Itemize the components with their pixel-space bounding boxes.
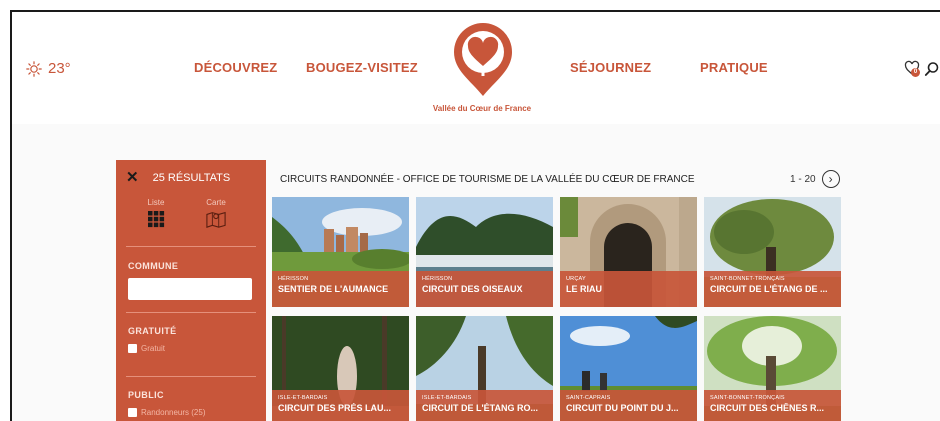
map-icon bbox=[206, 211, 226, 228]
card-caption: SAINT-BONNET-TRONÇAIS CIRCUIT DE L'ÉTANG… bbox=[704, 271, 841, 307]
randonneurs-label: Randonneurs (25) bbox=[141, 408, 206, 417]
search-icon[interactable] bbox=[924, 61, 940, 77]
favorites-count-badge: 0 bbox=[911, 68, 920, 77]
filter-public-title: PUBLIC bbox=[128, 390, 164, 400]
grid-icon bbox=[148, 211, 165, 228]
result-card[interactable]: SAINT-BONNET-TRONÇAIS CIRCUIT DES CHÊNES… bbox=[704, 316, 841, 421]
results-count: 25 RÉSULTATS bbox=[152, 171, 231, 184]
results-title: CIRCUITS RANDONNÉE - OFFICE DE TOURISME … bbox=[280, 174, 695, 185]
view-map-button[interactable]: Carte bbox=[206, 198, 226, 229]
card-title: CIRCUIT DU POINT DU J... bbox=[566, 403, 679, 413]
result-card[interactable]: URÇAY LE RIAU bbox=[560, 197, 697, 307]
sun-icon bbox=[26, 60, 42, 77]
card-caption: ISLE-ET-BARDAIS CIRCUIT DE L'ÉTANG RO... bbox=[416, 390, 553, 421]
nav-decouvrez[interactable]: DÉCOUVREZ bbox=[194, 60, 277, 75]
divider bbox=[126, 246, 256, 247]
card-caption: URÇAY LE RIAU bbox=[560, 271, 697, 307]
result-card[interactable]: SAINT-BONNET-TRONÇAIS CIRCUIT DE L'ÉTANG… bbox=[704, 197, 841, 307]
card-title: CIRCUIT DE L'ÉTANG DE ... bbox=[710, 284, 828, 294]
card-title: CIRCUIT DES CHÊNES R... bbox=[710, 403, 825, 413]
card-title: LE RIAU bbox=[566, 284, 602, 294]
card-title: CIRCUIT DES OISEAUX bbox=[422, 284, 523, 294]
gratuit-label: Gratuit bbox=[141, 344, 166, 353]
next-page-button[interactable]: › bbox=[821, 170, 840, 188]
browser-viewport: 23° DÉCOUVREZ BOUGEZ-VISITEZ SÉJOURNEZ P… bbox=[10, 10, 940, 421]
pagination-range: 1 - 20 bbox=[790, 173, 816, 185]
card-caption: SAINT-CAPRAIS CIRCUIT DU POINT DU J... bbox=[560, 390, 697, 421]
view-list-button[interactable]: Liste bbox=[146, 198, 166, 229]
card-location: HÉRISSON bbox=[278, 276, 309, 282]
view-switcher: Liste Carte bbox=[146, 198, 226, 229]
result-card[interactable]: HÉRISSON CIRCUIT DES OISEAUX bbox=[416, 197, 553, 307]
filter-sidebar: ✕ 25 RÉSULTATS Liste Carte COMMUNE GRATU… bbox=[116, 160, 266, 421]
card-location: HÉRISSON bbox=[422, 276, 453, 282]
filter-commune-title: COMMUNE bbox=[128, 261, 179, 271]
card-caption: ISLE-ET-BARDAIS CIRCUIT DES PRÉS LAU... bbox=[272, 390, 409, 421]
nav-pratique[interactable]: PRATIQUE bbox=[700, 60, 768, 75]
view-map-label: Carte bbox=[206, 198, 226, 207]
card-location: ISLE-ET-BARDAIS bbox=[278, 395, 328, 401]
card-title: CIRCUIT DE L'ÉTANG RO... bbox=[422, 403, 538, 413]
card-caption: SAINT-BONNET-TRONÇAIS CIRCUIT DES CHÊNES… bbox=[704, 390, 841, 421]
result-card[interactable]: ISLE-ET-BARDAIS CIRCUIT DE L'ÉTANG RO... bbox=[416, 316, 553, 421]
result-card[interactable]: SAINT-CAPRAIS CIRCUIT DU POINT DU J... bbox=[560, 316, 697, 421]
card-caption: HÉRISSON CIRCUIT DES OISEAUX bbox=[416, 271, 553, 307]
logo-caption: Vallée du Cœur de France bbox=[432, 104, 532, 113]
pagination: 1 - 20 › bbox=[790, 170, 840, 188]
commune-input[interactable] bbox=[128, 278, 252, 300]
card-location: SAINT-CAPRAIS bbox=[566, 395, 611, 401]
card-location: SAINT-BONNET-TRONÇAIS bbox=[710, 276, 785, 282]
card-title: SENTIER DE L'AUMANCE bbox=[278, 284, 389, 294]
card-location: ISLE-ET-BARDAIS bbox=[422, 395, 472, 401]
divider bbox=[126, 376, 256, 377]
filter-gratuite-title: GRATUITÉ bbox=[128, 326, 177, 336]
gratuit-checkbox[interactable]: Gratuit bbox=[128, 344, 165, 353]
nav-sejournez[interactable]: SÉJOURNEZ bbox=[570, 60, 651, 75]
card-location: SAINT-BONNET-TRONÇAIS bbox=[710, 395, 785, 401]
sidebar-header: ✕ 25 RÉSULTATS bbox=[126, 170, 230, 185]
checkbox-box[interactable] bbox=[128, 408, 137, 417]
close-icon[interactable]: ✕ bbox=[126, 170, 139, 185]
view-list-label: Liste bbox=[147, 198, 165, 207]
result-card[interactable]: ISLE-ET-BARDAIS CIRCUIT DES PRÉS LAU... bbox=[272, 316, 409, 421]
result-card[interactable]: HÉRISSON SENTIER DE L'AUMANCE bbox=[272, 197, 409, 307]
favorites-button[interactable]: 0 bbox=[904, 60, 920, 78]
randonneurs-checkbox[interactable]: Randonneurs (25) bbox=[128, 408, 205, 417]
card-caption: HÉRISSON SENTIER DE L'AUMANCE bbox=[272, 271, 409, 307]
site-header: 23° DÉCOUVREZ BOUGEZ-VISITEZ SÉJOURNEZ P… bbox=[12, 12, 940, 124]
weather-widget: 23° bbox=[26, 60, 71, 77]
divider bbox=[126, 312, 256, 313]
header-actions: 0 bbox=[904, 60, 940, 78]
nav-bougez-visitez[interactable]: BOUGEZ-VISITEZ bbox=[306, 60, 418, 75]
card-location: URÇAY bbox=[566, 276, 586, 282]
site-logo[interactable] bbox=[448, 22, 518, 98]
checkbox-box[interactable] bbox=[128, 344, 137, 353]
weather-temperature: 23° bbox=[48, 60, 71, 77]
card-title: CIRCUIT DES PRÉS LAU... bbox=[278, 403, 392, 413]
